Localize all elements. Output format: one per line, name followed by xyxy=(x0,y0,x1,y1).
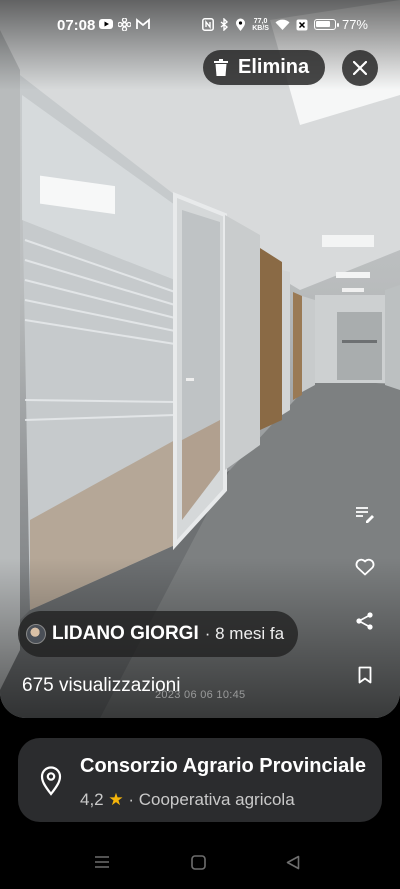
trash-icon xyxy=(214,59,228,76)
author-chip[interactable]: LIDANO GIORGI · 8 mesi fa xyxy=(18,611,299,657)
heart-icon xyxy=(355,558,375,576)
wifi-icon xyxy=(275,19,290,30)
pinwheel-icon xyxy=(118,18,131,31)
save-button[interactable] xyxy=(350,660,380,690)
nfc-icon xyxy=(202,18,215,31)
status-bar: 07:08 77,0 KB/S 77% xyxy=(0,0,400,52)
avatar xyxy=(26,624,46,644)
menu-icon[interactable] xyxy=(94,855,110,869)
gmail-icon xyxy=(136,18,150,29)
place-details: 4,2 ★ · Cooperativa agricola xyxy=(80,790,295,810)
like-button[interactable] xyxy=(350,552,380,582)
share-button[interactable] xyxy=(350,606,380,636)
place-rating: 4,2 xyxy=(80,790,104,809)
delete-label: Elimina xyxy=(238,56,310,78)
location-icon xyxy=(236,18,246,31)
edit-notes-icon xyxy=(356,507,374,523)
place-category: · Cooperativa agricola xyxy=(128,790,295,809)
sim-no-signal-icon xyxy=(296,19,308,30)
author-name: LIDANO GIORGI xyxy=(52,623,199,644)
place-name: Consorzio Agrario Provinciale xyxy=(80,755,366,777)
edit-caption-button[interactable] xyxy=(350,499,380,529)
star-icon: ★ xyxy=(108,790,124,809)
back-icon[interactable] xyxy=(286,855,300,870)
delete-button[interactable]: Elimina xyxy=(203,50,325,85)
battery-percent: 77% xyxy=(341,17,368,32)
share-icon xyxy=(356,612,373,630)
status-time: 07:08 xyxy=(57,17,96,34)
bluetooth-icon xyxy=(220,18,229,31)
bookmark-icon xyxy=(358,666,372,684)
network-speed-unit: KB/S xyxy=(252,24,269,32)
notification-icons xyxy=(99,18,150,31)
home-icon[interactable] xyxy=(191,855,206,870)
close-icon xyxy=(353,61,367,75)
youtube-icon xyxy=(99,19,113,29)
place-card[interactable]: Consorzio Agrario Provinciale 4,2 ★ · Co… xyxy=(18,738,382,822)
network-speed-value: 77,0 xyxy=(253,17,268,25)
close-button[interactable] xyxy=(342,50,378,86)
system-icons: 77,0 KB/S 77% xyxy=(202,17,368,32)
system-navigation-bar xyxy=(0,845,400,885)
location-pin-icon xyxy=(40,766,62,796)
network-speed: 77,0 KB/S xyxy=(252,18,269,32)
photo-age: · 8 mesi fa xyxy=(204,624,285,643)
battery-icon xyxy=(313,19,339,30)
photo-timestamp-watermark: 2023 06 06 10:45 xyxy=(155,689,246,701)
